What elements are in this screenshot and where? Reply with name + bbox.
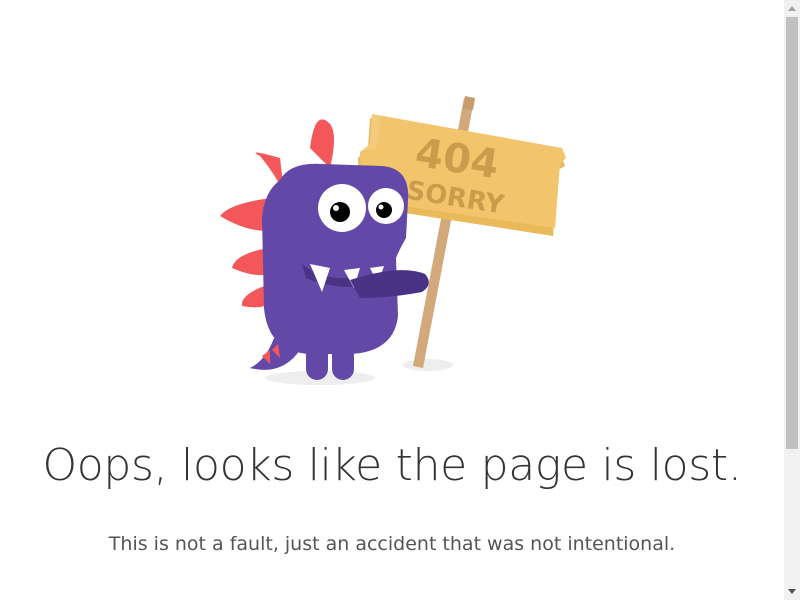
vertical-scrollbar[interactable] (784, 0, 800, 600)
monster-404-illustration: 404 SORRY (220, 96, 566, 385)
scrollbar-thumb[interactable] (786, 17, 798, 449)
error-message: This is not a fault, just an accident th… (108, 533, 676, 555)
error-page: 404 SORRY Oops, looks like the page is l… (0, 0, 784, 600)
scroll-up-arrow-icon[interactable] (788, 6, 796, 11)
post-shadow (403, 359, 453, 371)
error-headline: Oops, looks like the page is lost. (42, 440, 742, 491)
scroll-down-arrow-icon[interactable] (788, 589, 796, 594)
